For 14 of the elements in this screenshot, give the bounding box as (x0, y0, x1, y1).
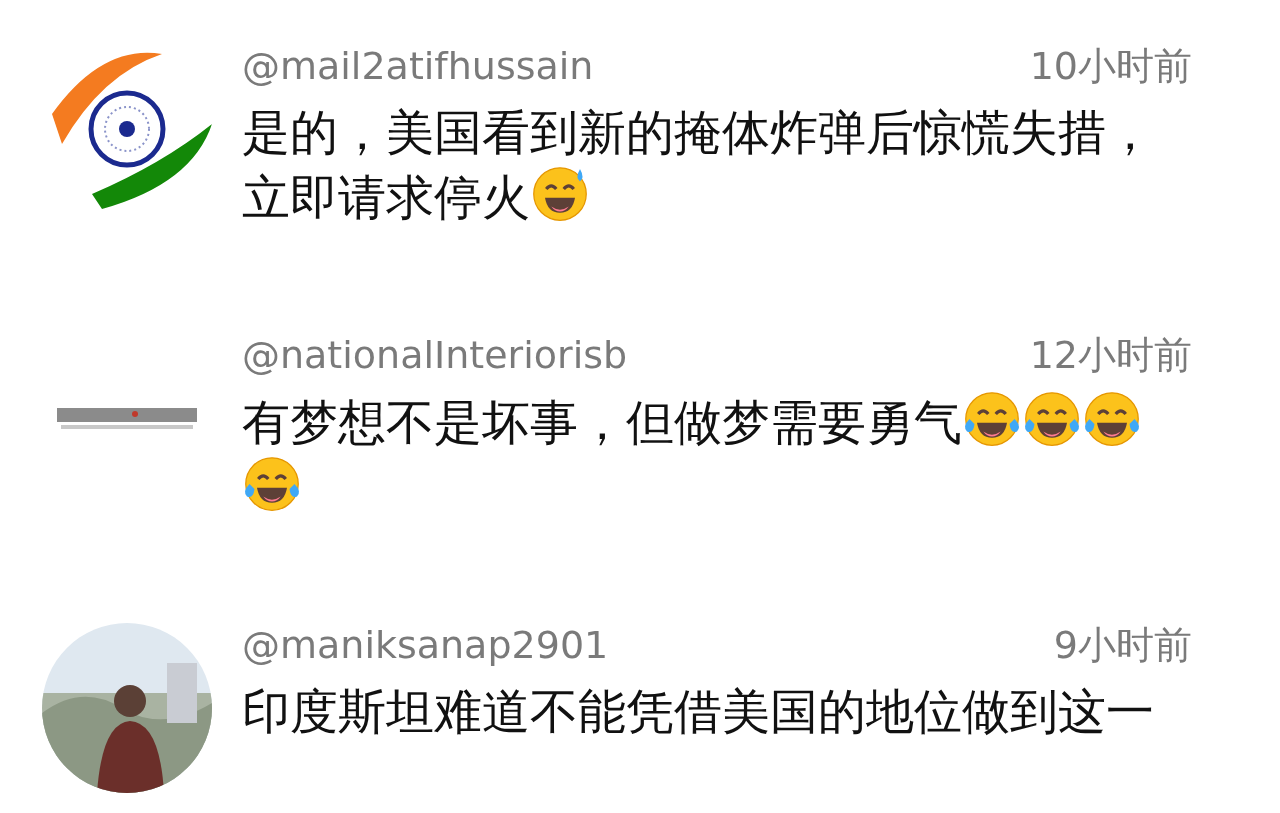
timestamp: 10小时前 (1029, 43, 1192, 90)
username[interactable]: @nationalInteriorisb (242, 329, 628, 381)
timestamp: 9小时前 (1053, 622, 1192, 669)
comment-text: 有梦想不是坏事，但做梦需要勇气 (242, 389, 1192, 519)
tears-of-joy-emoji-icon (962, 389, 1022, 449)
tears-of-joy-emoji-icon (1082, 389, 1142, 449)
timestamp: 12小时前 (1029, 332, 1192, 379)
tears-of-joy-emoji-icon (1022, 389, 1082, 449)
username[interactable]: @maniksanap2901 (242, 619, 609, 671)
comment-text: 印度斯坦难道不能凭借美国的地位做到这一 (242, 682, 1155, 741)
username[interactable]: @mail2atifhussain (242, 40, 594, 92)
tears-of-joy-emoji-icon (242, 454, 302, 514)
grinning-sweat-emoji-icon (530, 164, 590, 224)
comment-text: 是的，美国看到新的掩体炸弹后惊慌失措，立即请求停火 (242, 103, 1155, 227)
